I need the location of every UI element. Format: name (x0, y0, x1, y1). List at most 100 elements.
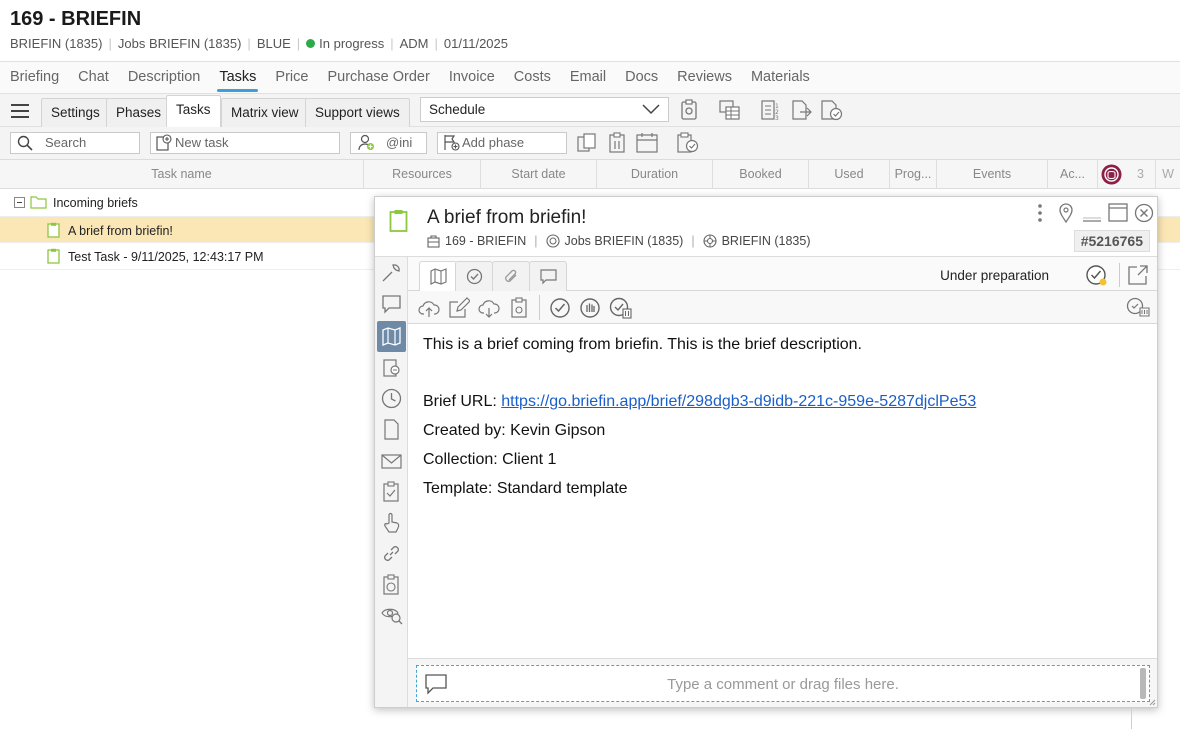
panel-job-link[interactable]: 169 - BRIEFIN (445, 234, 526, 248)
search-input[interactable]: Search (10, 132, 140, 154)
open-external-icon[interactable] (1127, 264, 1149, 286)
schedule-select-value: Schedule (429, 102, 486, 117)
avatar[interactable] (1098, 160, 1126, 189)
edit-icon[interactable] (448, 297, 470, 319)
tab-materials[interactable]: Materials (751, 62, 810, 93)
subtab-tasks[interactable]: Tasks (166, 95, 221, 127)
comment-icon[interactable] (381, 294, 402, 314)
link-icon[interactable] (381, 543, 402, 564)
approve-delete-icon[interactable] (609, 297, 633, 319)
hand-pointer-icon[interactable] (381, 512, 402, 533)
collapse-icon[interactable] (14, 197, 25, 208)
task-id-badge[interactable]: #5216765 (1073, 230, 1150, 252)
col-w[interactable]: W (1156, 160, 1180, 189)
panel-title[interactable]: A brief from briefin! (427, 207, 586, 229)
minimize-icon[interactable] (1082, 207, 1102, 223)
approve-document-icon[interactable] (820, 99, 844, 121)
svg-text:3: 3 (775, 115, 779, 121)
job-meta: BRIEFIN (1835) | Jobs BRIEFIN (1835) | BLU… (10, 36, 508, 51)
check-clipboard-icon[interactable] (676, 132, 700, 154)
jobs-label[interactable]: Jobs BRIEFIN (1835) (118, 36, 242, 51)
tab-brief[interactable] (419, 261, 457, 291)
col-progress[interactable]: Prog... (890, 160, 937, 189)
clock-icon[interactable] (381, 388, 402, 409)
tab-chat[interactable]: Chat (78, 62, 109, 93)
maximize-icon[interactable] (1108, 203, 1128, 222)
col-number[interactable]: 3 (1126, 160, 1156, 189)
tab-tasks[interactable]: Tasks (217, 62, 259, 93)
delete-icon[interactable] (607, 132, 629, 154)
tab-email[interactable]: Email (570, 62, 606, 93)
col-booked[interactable]: Booked (713, 160, 809, 189)
tab-reviews[interactable]: Reviews (677, 62, 732, 93)
tab-description[interactable]: Description (128, 62, 201, 93)
col-resources[interactable]: Resources (364, 160, 481, 189)
task-name: Test Task - 9/11/2025, 12:43:17 PM (68, 250, 264, 264)
download-cloud-icon[interactable] (478, 297, 500, 319)
panel-client-link[interactable]: BRIEFIN (1835) (722, 234, 811, 248)
subtab-matrix-view[interactable]: Matrix view (221, 98, 309, 127)
comment-footer: Type a comment or drag files here. (408, 658, 1157, 707)
export-document-icon[interactable] (790, 99, 812, 121)
tab-briefing[interactable]: Briefing (10, 62, 59, 93)
brief-url-link[interactable]: https://go.briefin.app/brief/298dgb3-d9i… (501, 393, 976, 410)
document-icon[interactable] (381, 419, 402, 440)
col-start-date[interactable]: Start date (481, 160, 597, 189)
schedule-select[interactable]: Schedule (420, 97, 669, 122)
comment-input[interactable]: Type a comment or drag files here. (416, 665, 1150, 702)
comment-placeholder: Type a comment or drag files here. (667, 676, 899, 693)
subtab-support-views[interactable]: Support views (305, 98, 410, 127)
scrollbar[interactable] (1140, 668, 1146, 699)
tab-invoice[interactable]: Invoice (449, 62, 495, 93)
review-eye-icon[interactable] (381, 604, 403, 625)
approve-icon[interactable] (549, 297, 571, 319)
client-label[interactable]: BRIEFIN (1835) (10, 36, 102, 51)
brief-map-icon[interactable] (381, 326, 402, 347)
wrench-icon[interactable] (381, 262, 402, 283)
email-icon[interactable] (381, 451, 402, 472)
stop-hand-icon[interactable] (579, 297, 601, 319)
subtab-settings[interactable]: Settings (41, 98, 110, 127)
tab-checklist[interactable] (455, 261, 493, 291)
clipboard-settings-icon[interactable] (679, 99, 699, 121)
status-check-icon[interactable] (1085, 265, 1109, 287)
copy-icon[interactable] (576, 132, 598, 154)
panel-tabs: Under preparation (408, 257, 1157, 291)
tab-docs[interactable]: Docs (625, 62, 658, 93)
tab-price[interactable]: Price (275, 62, 308, 93)
tab-purchase-order[interactable]: Purchase Order (327, 62, 429, 93)
col-ac[interactable]: Ac... (1048, 160, 1098, 189)
task-detail-panel: A brief from briefin! 169 - BRIEFIN | Job… (374, 196, 1158, 708)
budget-icon[interactable] (381, 357, 402, 378)
numbered-list-icon[interactable]: 123 (760, 99, 782, 121)
tab-attachments[interactable] (492, 261, 530, 291)
add-phase-input[interactable]: Add phase (437, 132, 567, 154)
tab-comments[interactable] (529, 261, 567, 291)
calendar-icon[interactable] (636, 132, 658, 154)
user-filter-input[interactable]: @ini (350, 132, 427, 154)
task-toolbar: Search New task @ini Add phase (0, 127, 1180, 160)
approval-clipboard-icon[interactable] (381, 574, 402, 595)
export-table-icon[interactable] (719, 99, 741, 121)
col-events[interactable]: Events (937, 160, 1048, 189)
subtab-phases[interactable]: Phases (106, 98, 172, 127)
user-filter-value: @ini (386, 135, 413, 150)
col-task-name[interactable]: Task name (0, 160, 364, 189)
panel-jobs-link[interactable]: Jobs BRIEFIN (1835) (565, 234, 684, 248)
review-settings-icon[interactable] (1126, 297, 1150, 317)
check-circle-icon (466, 268, 483, 285)
page-title: 169 - BRIEFIN (10, 8, 142, 30)
user-add-icon (358, 134, 375, 151)
new-task-input[interactable]: New task (150, 132, 340, 154)
col-used[interactable]: Used (809, 160, 890, 189)
hamburger-menu-icon[interactable] (10, 103, 30, 119)
resize-handle-icon[interactable] (1149, 699, 1156, 706)
location-pin-icon[interactable] (1058, 203, 1074, 223)
close-icon[interactable] (1134, 203, 1154, 223)
tab-costs[interactable]: Costs (514, 62, 551, 93)
more-options-icon[interactable] (1036, 203, 1044, 223)
col-duration[interactable]: Duration (597, 160, 713, 189)
clipboard-icon[interactable] (508, 297, 530, 319)
checklist-icon[interactable] (381, 481, 402, 502)
upload-cloud-icon[interactable] (418, 297, 440, 319)
